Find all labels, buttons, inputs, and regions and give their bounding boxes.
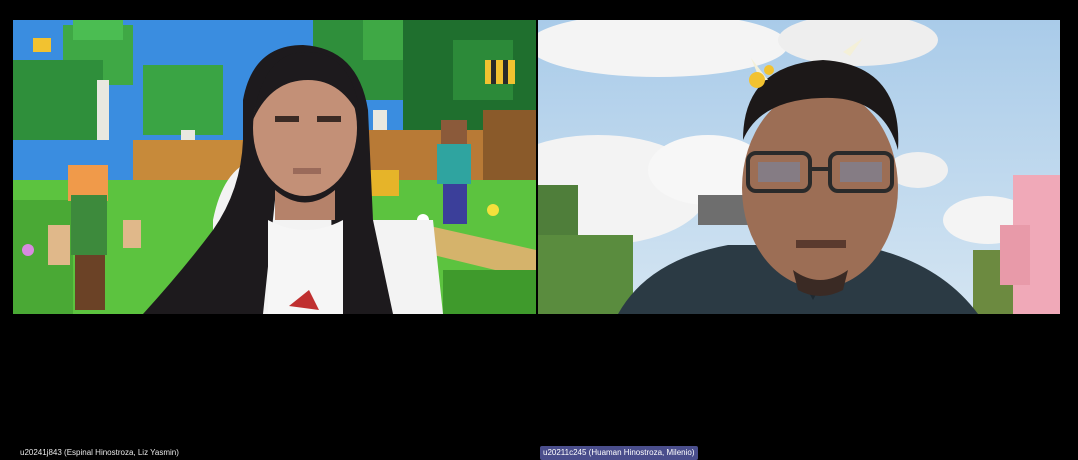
participant-1-video (13, 20, 536, 314)
participant-2-video (538, 20, 1060, 314)
participant-1-name-label: u20241j843 (Espinal Hinostroza, Liz Yasm… (20, 448, 179, 457)
video-tile-participant-1[interactable] (13, 20, 536, 314)
video-tile-participant-2[interactable] (538, 20, 1060, 314)
participant-2-name-label: u20211c245 (Huaman Hinostroza, Milenio) (540, 446, 698, 460)
